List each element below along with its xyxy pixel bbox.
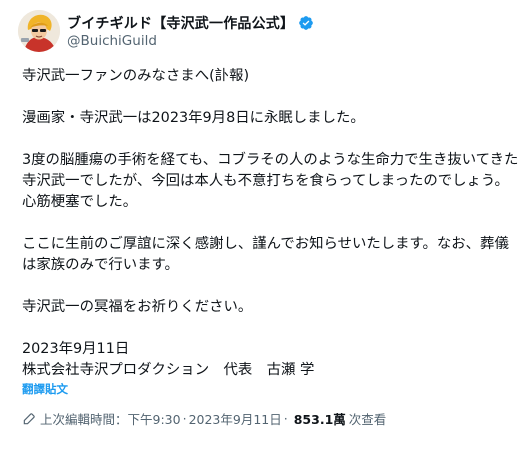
meta-separator: · (283, 411, 288, 426)
views-count: 853.1萬 (293, 412, 346, 427)
author-display-name[interactable]: ブイチギルド【寺沢武一作品公式】 (67, 13, 294, 33)
post-date[interactable]: 2023年9月11日 (189, 409, 282, 428)
tweet: ブイチギルド【寺沢武一作品公式】 @BuichiGuild 寺沢武一ファンのみな… (0, 0, 531, 450)
meta-separator: · (182, 411, 187, 426)
post-signature: 2023年9月11日 株式会社寺沢プロダクション 代表 古瀬 学 (22, 341, 315, 378)
verified-badge-icon[interactable] (298, 15, 314, 31)
post-meta: 上次編輯時間： 下午9:30 · 2023年9月11日 · 853.1萬 次查看 (22, 409, 386, 428)
post-body: 寺沢武一ファンのみなさまへ(訃報) 漫画家・寺沢武一は2023年9月8日に永眠し… (22, 66, 522, 381)
translate-post-link[interactable]: 翻譯貼文 (22, 381, 68, 397)
post-time[interactable]: 下午9:30 (128, 409, 181, 428)
post-paragraph: 寺沢武一ファンのみなさまへ(訃報) (22, 68, 250, 84)
post-paragraph: ここに生前のご厚誼に深く感謝し、謹んでお知らせいたします。なお、葬儀は家族のみで… (22, 236, 509, 273)
post-paragraph: 漫画家・寺沢武一は2023年9月8日に永眠しました。 (22, 110, 365, 126)
edited-label[interactable]: 上次編輯時間： (40, 409, 128, 428)
pencil-icon (22, 412, 36, 426)
views-label: 次查看 (348, 412, 387, 427)
post-paragraph: 3度の脳腫瘍の手術を経ても、コブラその人のような生命力で生き抜いてきた寺沢武一で… (22, 152, 519, 210)
author-handle[interactable]: @BuichiGuild (67, 33, 157, 49)
avatar[interactable] (18, 10, 60, 52)
post-paragraph: 寺沢武一の冥福をお祈りください。 (22, 299, 253, 315)
author-name-row: ブイチギルド【寺沢武一作品公式】 (67, 13, 314, 33)
